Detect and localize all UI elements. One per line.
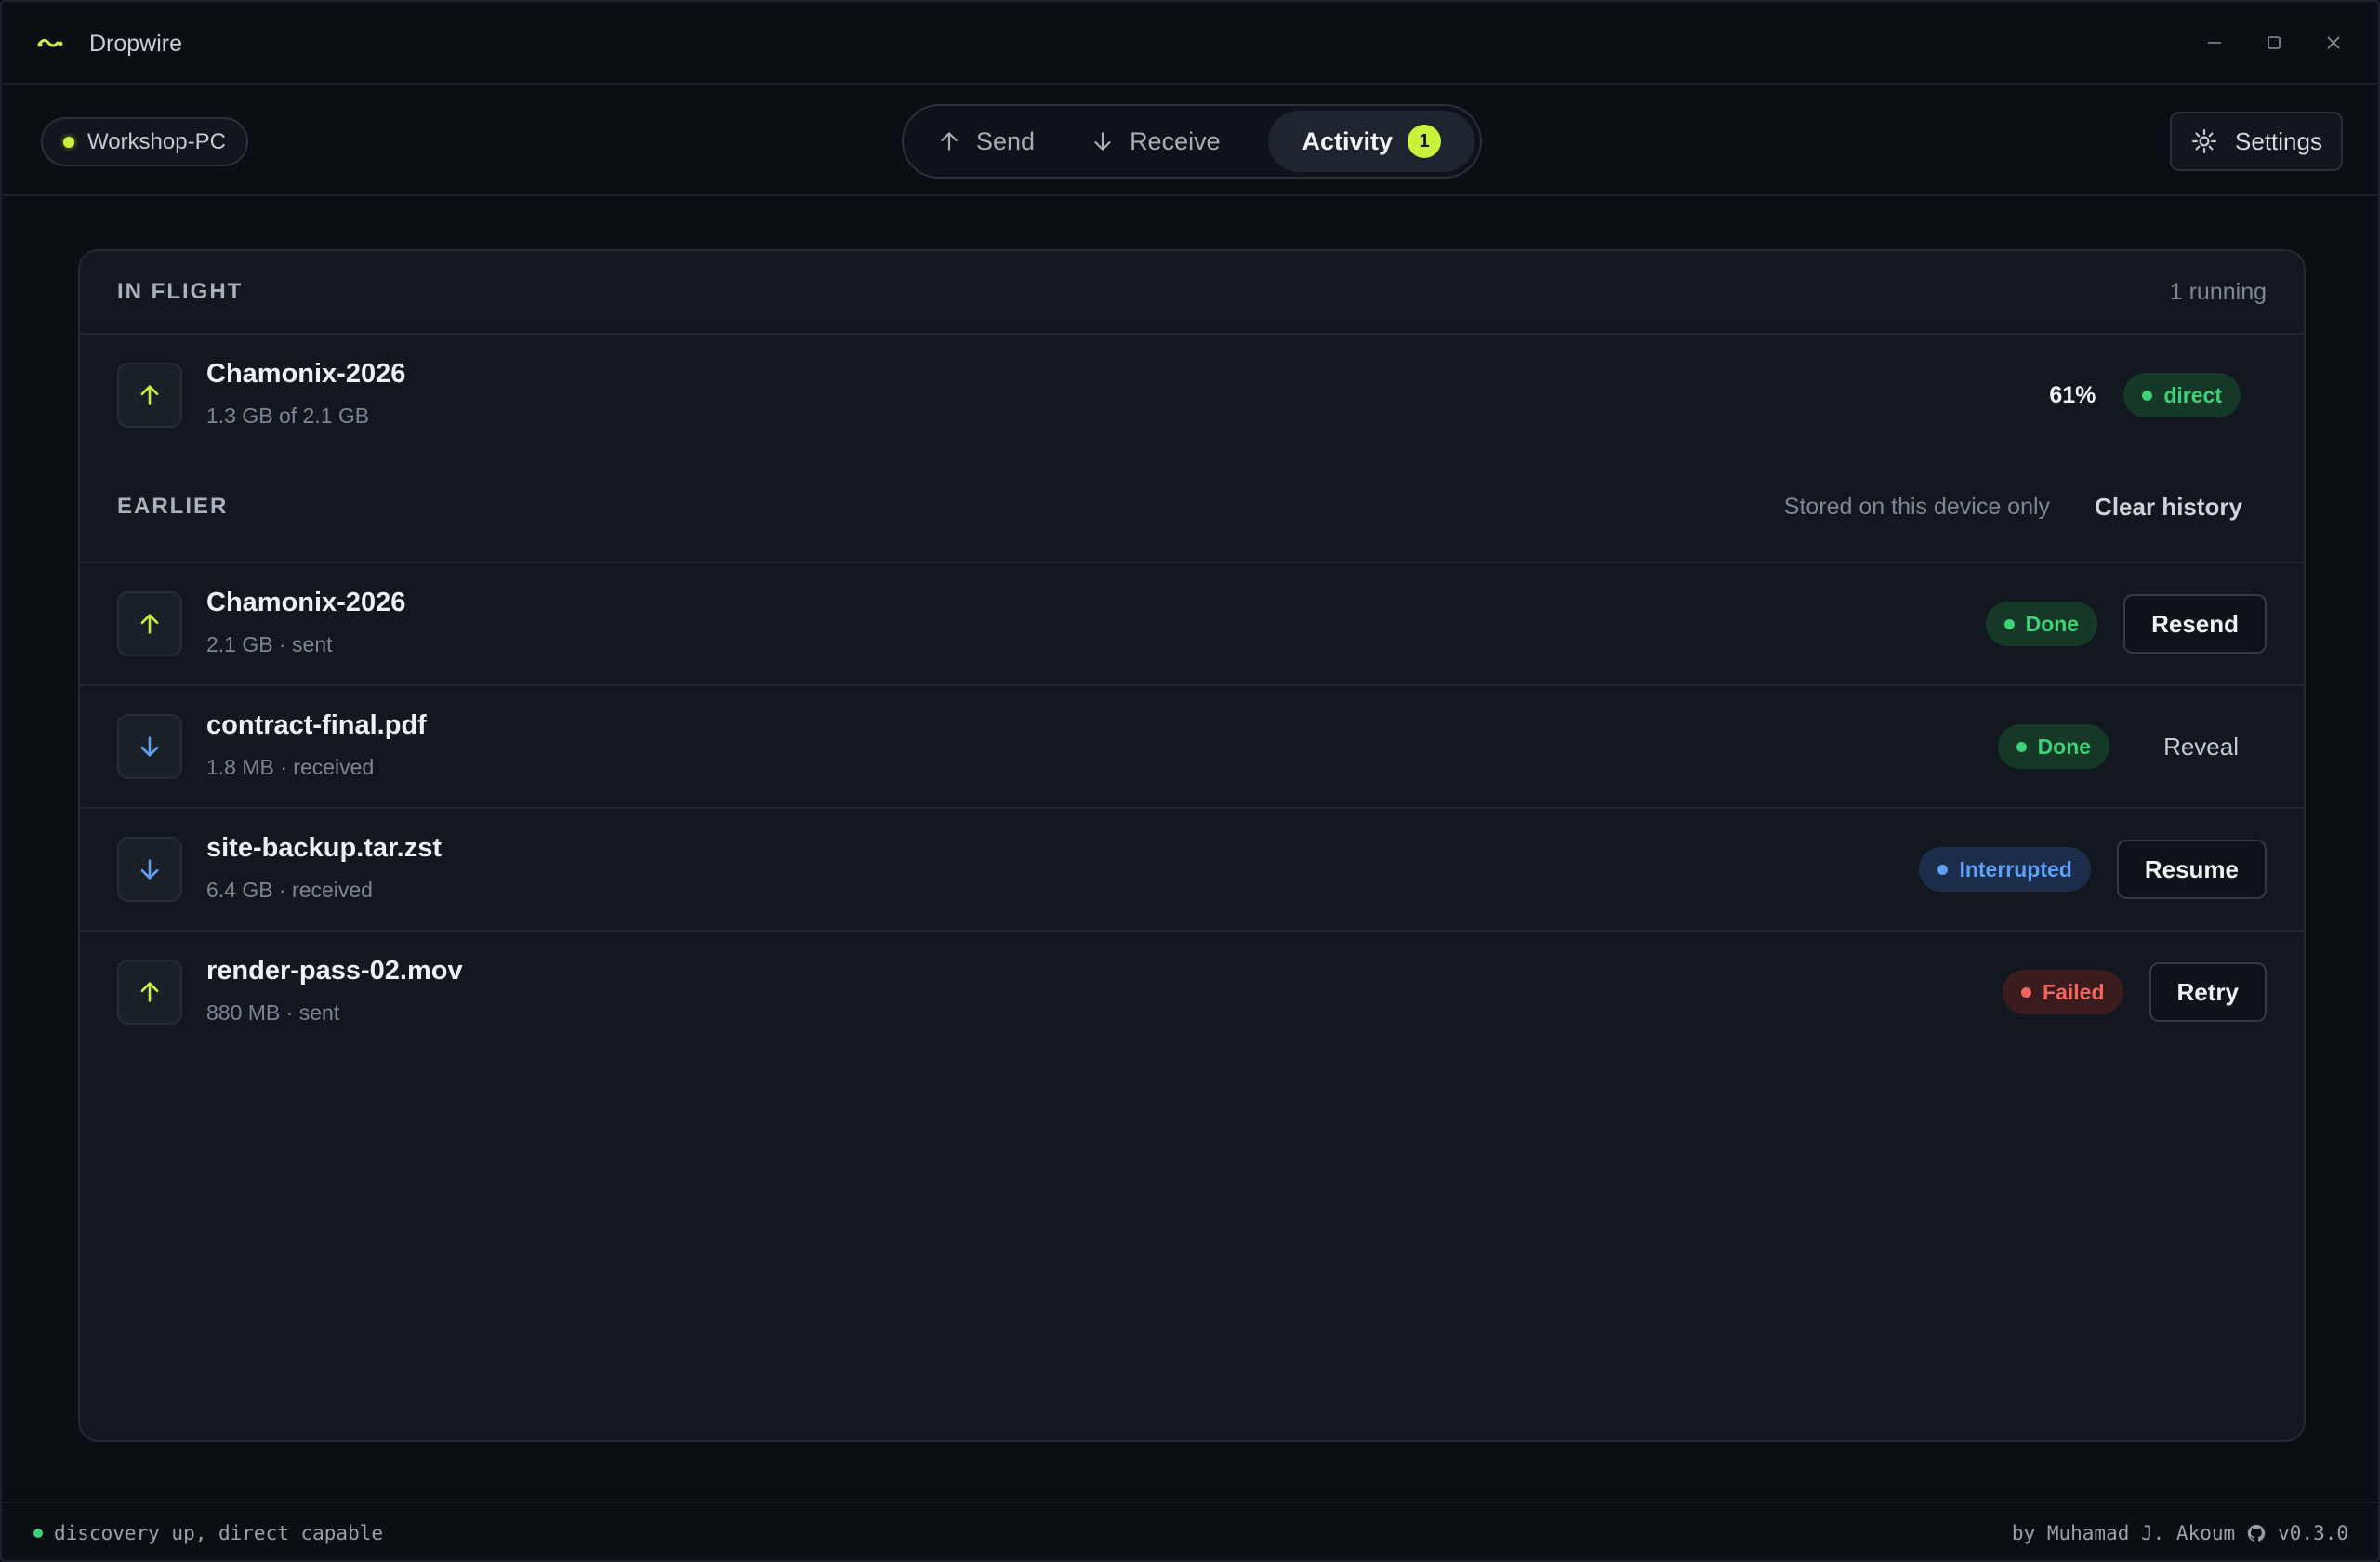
earlier-header: EARLIER Stored on this device only Clear… bbox=[80, 466, 2304, 548]
transfer-meta: 1.8 MB · received bbox=[206, 755, 375, 779]
retry-button[interactable]: Retry bbox=[2149, 962, 2267, 1022]
status-bar: discovery up, direct capable by Muhamad … bbox=[2, 1502, 2378, 1560]
status-dot bbox=[2016, 741, 2027, 752]
status-dot bbox=[1937, 864, 1949, 875]
history-row[interactable]: contract-final.pdf 1.8 MB · received Don… bbox=[80, 686, 2304, 807]
author-credit: by Muhamad J. Akoum bbox=[2011, 1522, 2236, 1544]
arrow-down-icon bbox=[140, 859, 159, 880]
status-badge: Done bbox=[1985, 602, 2098, 646]
tab-send-label: Send bbox=[976, 126, 1036, 155]
transfer-meta: 2.1 GB · sent bbox=[206, 632, 333, 656]
activity-count-badge: 1 bbox=[1408, 125, 1441, 158]
github-icon[interactable] bbox=[2246, 1523, 2267, 1543]
upload-direction-icon bbox=[117, 591, 182, 656]
tab-activity[interactable]: Activity 1 bbox=[1268, 111, 1474, 172]
route-label: direct bbox=[2163, 382, 2222, 407]
title-bar: Dropwire bbox=[2, 2, 2378, 85]
transfer-meta: 6.4 GB · received bbox=[206, 878, 373, 902]
arrow-down-icon bbox=[1094, 132, 1111, 151]
clear-history-button[interactable]: Clear history bbox=[2070, 483, 2267, 531]
close-button[interactable] bbox=[2315, 26, 2352, 60]
transfer-percent: 61% bbox=[2049, 381, 2096, 408]
device-pill[interactable]: Workshop-PC bbox=[41, 117, 248, 166]
arrow-up-icon bbox=[140, 982, 159, 1002]
maximize-button[interactable] bbox=[2255, 26, 2293, 60]
tab-receive[interactable]: Receive bbox=[1063, 111, 1249, 172]
tab-activity-label: Activity bbox=[1302, 126, 1393, 155]
app-title: Dropwire bbox=[89, 31, 183, 57]
route-dot bbox=[2142, 390, 2153, 401]
transfer-name: contract-final.pdf bbox=[206, 710, 427, 740]
download-direction-icon bbox=[117, 714, 182, 779]
history-row[interactable]: Chamonix-2026 2.1 GB · sent Done Resend bbox=[80, 563, 2304, 684]
settings-label: Settings bbox=[2235, 126, 2322, 155]
upload-direction-icon bbox=[117, 960, 182, 1025]
app-window: Dropwire Workshop-PC Send Receive Activi… bbox=[0, 0, 2380, 1562]
arrow-down-icon bbox=[140, 736, 159, 757]
app-version: v0.3.0 bbox=[2278, 1522, 2348, 1544]
tab-receive-label: Receive bbox=[1130, 126, 1221, 155]
resend-button[interactable]: Resend bbox=[2123, 594, 2267, 654]
maximize-icon bbox=[2268, 36, 2281, 49]
transfer-progress-text: 1.3 GB of 2.1 GB bbox=[206, 404, 370, 428]
settings-button[interactable]: Settings bbox=[2170, 112, 2343, 171]
tab-send[interactable]: Send bbox=[909, 111, 1063, 172]
earlier-label: EARLIER bbox=[117, 494, 229, 519]
status-badge: Failed bbox=[2003, 970, 2123, 1014]
discovery-status-text: discovery up, direct capable bbox=[54, 1522, 384, 1544]
minimize-icon bbox=[2208, 42, 2221, 44]
gear-icon bbox=[2192, 129, 2217, 153]
upload-direction-icon bbox=[117, 363, 182, 428]
status-dot bbox=[2021, 986, 2032, 998]
resume-button[interactable]: Resume bbox=[2116, 840, 2267, 899]
in-flight-header: IN FLIGHT 1 running bbox=[80, 251, 2304, 333]
device-name: Workshop-PC bbox=[87, 128, 226, 154]
status-badge: Done bbox=[1997, 724, 2110, 769]
arrow-up-icon bbox=[941, 132, 958, 151]
main-tabs: Send Receive Activity 1 bbox=[902, 104, 1482, 179]
reveal-button[interactable]: Reveal bbox=[2135, 717, 2267, 776]
arrow-up-icon bbox=[140, 614, 159, 634]
in-flight-row[interactable]: Chamonix-2026 1.3 GB of 2.1 GB 61% direc… bbox=[80, 335, 2304, 456]
transfer-meta: 880 MB · sent bbox=[206, 1000, 340, 1025]
activity-panel: IN FLIGHT 1 running Chamonix-2026 1.3 GB… bbox=[78, 249, 2306, 1442]
route-badge: direct bbox=[2123, 373, 2241, 417]
close-icon bbox=[2327, 36, 2340, 49]
arrow-up-icon bbox=[140, 385, 159, 405]
transfer-name: render-pass-02.mov bbox=[206, 956, 463, 986]
running-count: 1 running bbox=[2169, 278, 2267, 305]
history-storage-note: Stored on this device only bbox=[1783, 493, 2051, 520]
in-flight-label: IN FLIGHT bbox=[117, 279, 244, 304]
download-direction-icon bbox=[117, 837, 182, 902]
transfer-name: site-backup.tar.zst bbox=[206, 833, 443, 863]
status-label: Interrupted bbox=[1959, 856, 2072, 881]
device-online-indicator bbox=[63, 136, 74, 148]
status-label: Failed bbox=[2043, 979, 2105, 1004]
app-logo-icon bbox=[37, 38, 63, 47]
transfer-name: Chamonix-2026 bbox=[206, 359, 406, 389]
status-label: Done bbox=[2037, 734, 2092, 759]
history-row[interactable]: site-backup.tar.zst 6.4 GB · received In… bbox=[80, 809, 2304, 930]
transfer-name: Chamonix-2026 bbox=[206, 588, 406, 617]
history-row[interactable]: render-pass-02.mov 880 MB · sent Failed … bbox=[80, 932, 2304, 1052]
status-badge: Interrupted bbox=[1919, 847, 2091, 892]
discovery-status-indicator bbox=[33, 1529, 43, 1538]
status-dot bbox=[2003, 618, 2015, 629]
status-label: Done bbox=[2025, 611, 2080, 636]
top-bar: Workshop-PC Send Receive Activity 1 Sett… bbox=[2, 86, 2378, 196]
minimize-button[interactable] bbox=[2196, 26, 2233, 60]
